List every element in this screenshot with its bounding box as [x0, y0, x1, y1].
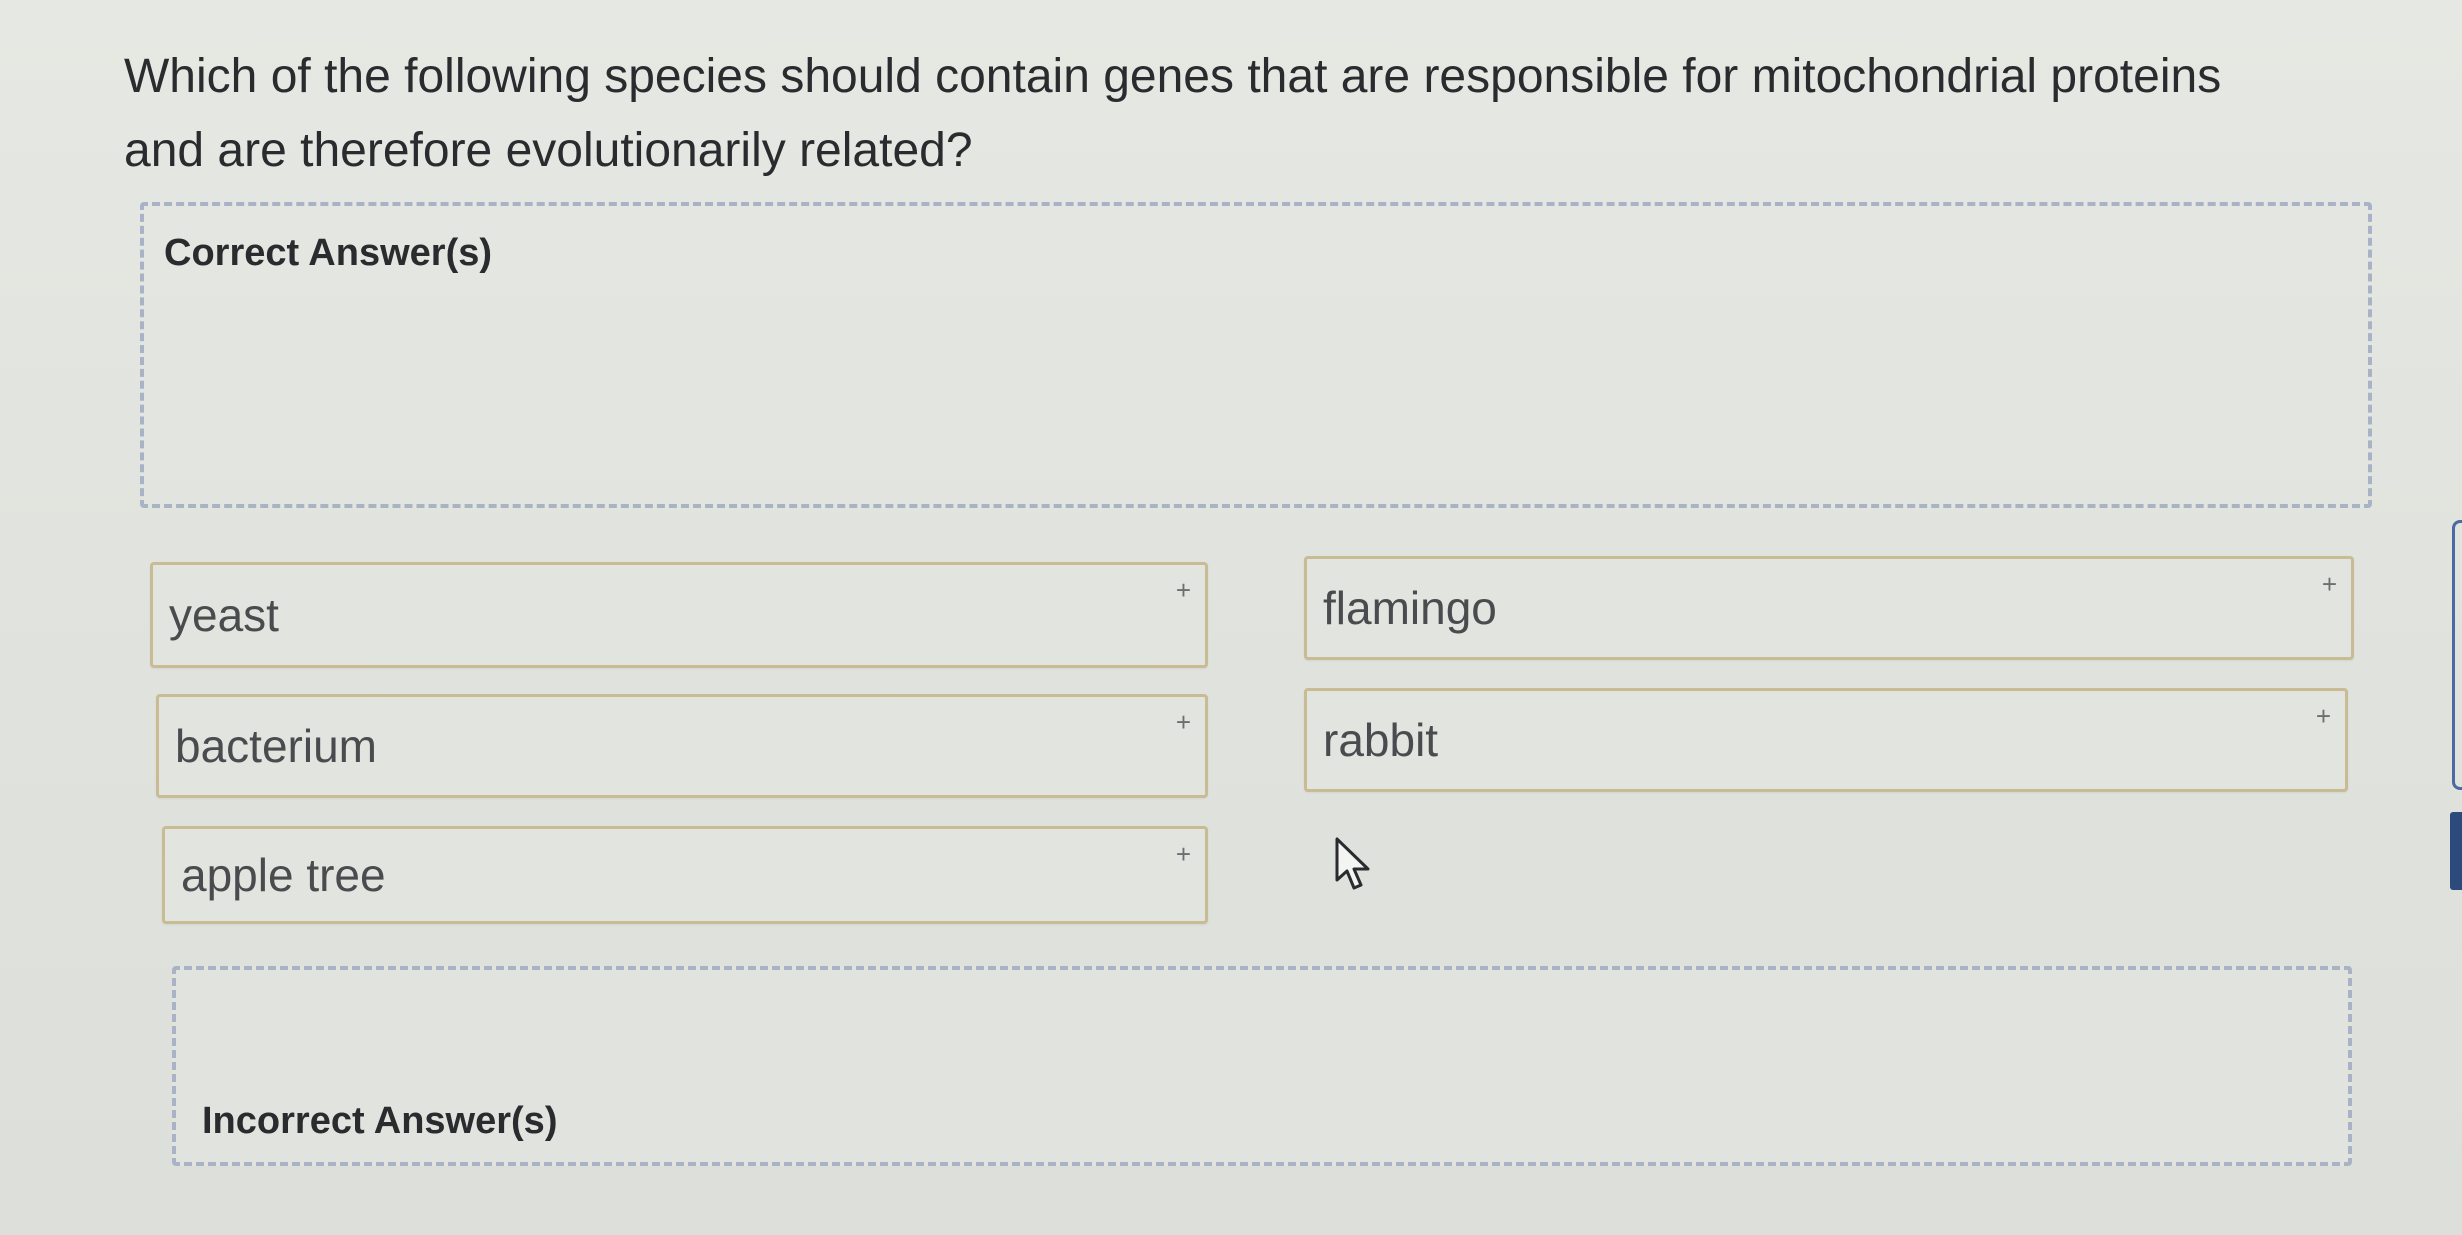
- drag-handle-icon[interactable]: +: [2316, 703, 2331, 729]
- answer-chip-apple-tree[interactable]: apple tree +: [162, 826, 1208, 924]
- answer-chip-label: flamingo: [1323, 582, 1497, 634]
- answer-chip-label: yeast: [169, 589, 279, 641]
- answer-chip-rabbit[interactable]: rabbit +: [1304, 688, 2348, 792]
- incorrect-answers-label: Incorrect Answer(s): [202, 1100, 558, 1142]
- side-panel-tab[interactable]: [2450, 812, 2462, 890]
- answer-chip-yeast[interactable]: yeast +: [150, 562, 1208, 668]
- drag-handle-icon[interactable]: +: [2322, 571, 2337, 597]
- drag-handle-icon[interactable]: +: [1176, 841, 1191, 867]
- mouse-cursor-icon: [1335, 837, 1370, 890]
- answer-chip-flamingo[interactable]: flamingo +: [1304, 556, 2354, 660]
- answer-chip-label: rabbit: [1323, 714, 1439, 766]
- answer-chip-label: bacterium: [175, 720, 377, 772]
- answer-chip-label: apple tree: [181, 849, 386, 901]
- question-text: Which of the following species should co…: [124, 50, 2222, 177]
- drag-handle-icon[interactable]: +: [1176, 709, 1191, 735]
- correct-answers-label: Correct Answer(s): [164, 232, 493, 274]
- answer-chip-bacterium[interactable]: bacterium +: [156, 694, 1208, 798]
- drag-handle-icon[interactable]: +: [1176, 577, 1191, 603]
- incorrect-answers-dropzone[interactable]: Incorrect Answer(s): [172, 966, 2352, 1166]
- correct-answers-dropzone[interactable]: Correct Answer(s): [140, 202, 2372, 508]
- side-panel-edge: [2452, 520, 2462, 790]
